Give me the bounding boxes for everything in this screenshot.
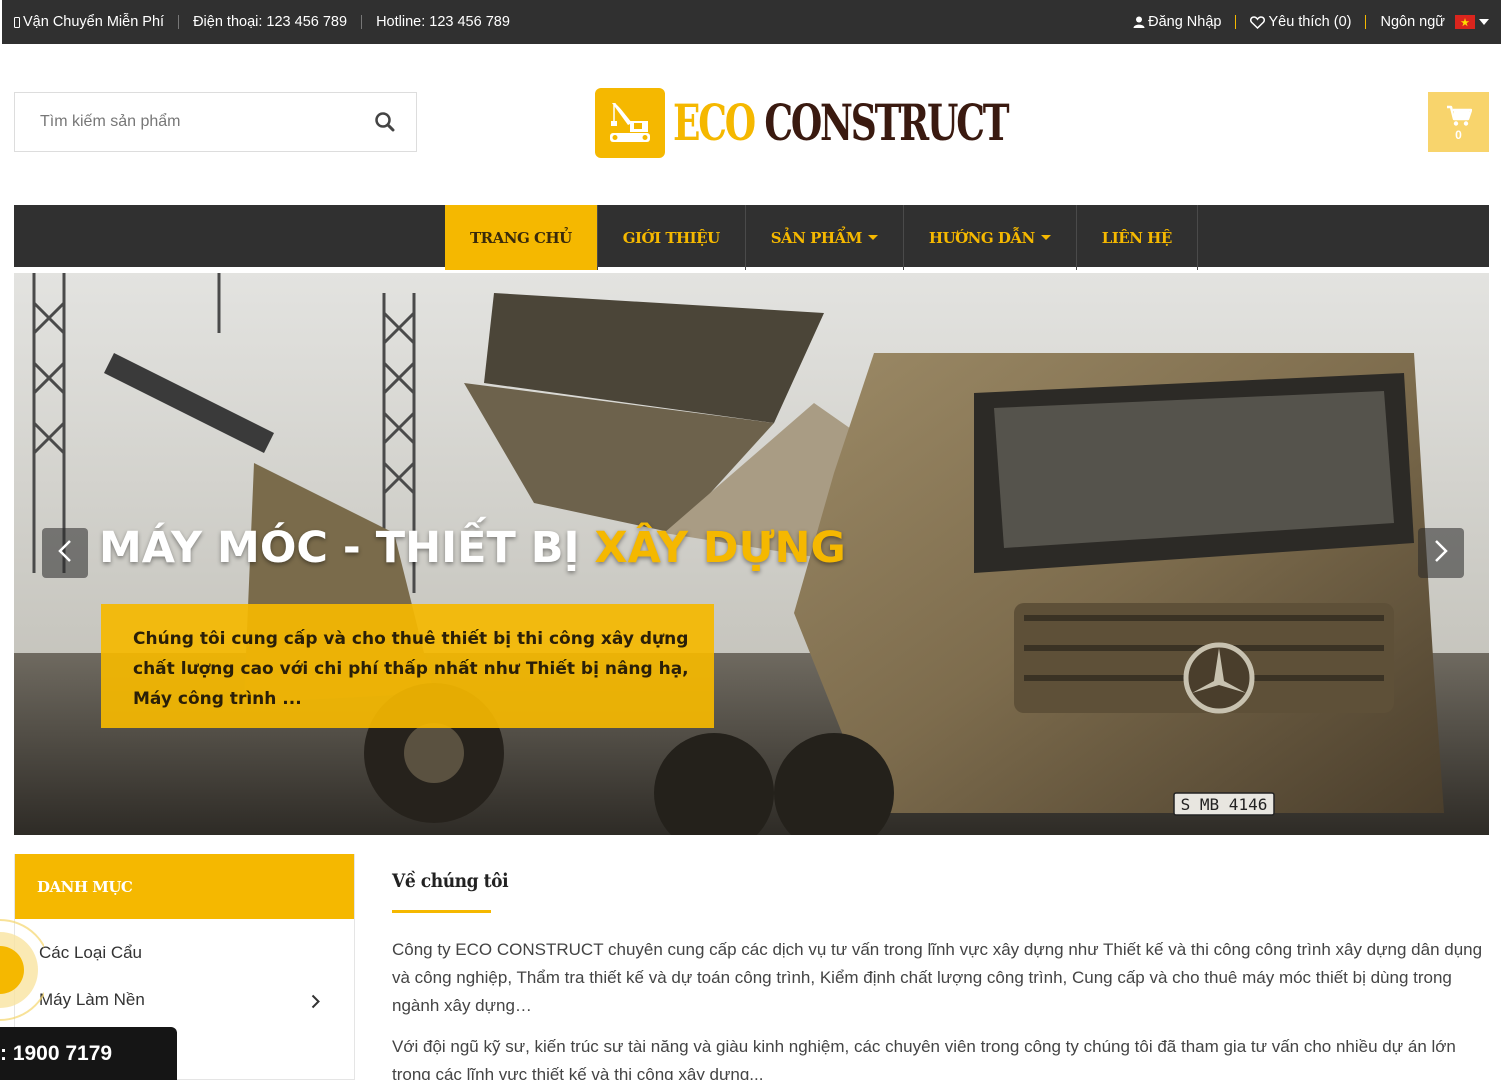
license-plate-text: S MB 4146 [1181, 795, 1268, 814]
login-label: Đăng Nhập [1148, 14, 1222, 30]
user-icon [1133, 16, 1145, 28]
logo-text: ECO CONSTRUCT [673, 98, 1010, 148]
search-box [14, 92, 417, 152]
phone-info: Điện thoại: 123 456 789 [178, 15, 361, 29]
about-section: Về chúng tôi Công ty ECO CONSTRUCT chuyê… [392, 870, 1489, 1080]
nav-label: LIÊN HỆ [1101, 228, 1173, 247]
wishlist-link[interactable]: Yêu thích (0) [1235, 15, 1365, 29]
sidebar-item-label: Máy Làm Nền [39, 990, 145, 1009]
caret-down-icon [1040, 235, 1051, 240]
shipping-info: Vận Chuyển Miễn Phí [14, 15, 178, 29]
caret-down-icon [1479, 19, 1489, 25]
search-icon[interactable] [374, 111, 396, 133]
vietnam-flag-icon [1455, 15, 1475, 29]
top-bar-info: Vận Chuyển Miễn Phí Điện thoại: 123 456 … [14, 0, 524, 44]
sidebar-item-cranes[interactable]: Các Loại Cẩu [39, 943, 142, 963]
language-label: Ngôn ngữ [1380, 14, 1445, 30]
site-logo[interactable]: ECO CONSTRUCT [595, 87, 1137, 159]
about-paragraph-1: Công ty ECO CONSTRUCT chuyên cung cấp cá… [392, 940, 1483, 1015]
shipping-text: Vận Chuyển Miễn Phí [23, 14, 165, 30]
sidebar-item-label: Các Loại Cẩu [39, 943, 143, 962]
hero-caption-text: Chúng tôi cung cấp và cho thuê thiết bị … [133, 629, 689, 709]
crane-logo-icon [595, 88, 665, 158]
heart-icon [1250, 15, 1266, 29]
caret-down-icon [867, 235, 878, 240]
login-link[interactable]: Đăng Nhập [1119, 15, 1235, 29]
nav-label: HƯỚNG DẪN [928, 228, 1035, 247]
cart-button[interactable]: 0 [1428, 92, 1489, 152]
nav-label: SẢN PHẨM [770, 228, 863, 247]
hero-slider: S MB 4146 MÁY MÓC - THIẾT BỊ XÂY DỰNG Ch… [14, 273, 1489, 835]
top-bar: Vận Chuyển Miễn Phí Điện thoại: 123 456 … [2, 0, 1501, 44]
hero-title-main: MÁY MÓC - THIẾT BỊ [99, 523, 595, 573]
nav-item-home[interactable]: TRANG CHỦ [445, 205, 598, 270]
hotline-text: Hotline: 123 456 789 [376, 14, 510, 30]
logo-text-construct: CONSTRUCT [764, 93, 1009, 152]
nav-item-about[interactable]: GIỚI THIỆU [598, 205, 746, 270]
nav-item-guide[interactable]: HƯỚNG DẪN [904, 205, 1077, 270]
nav-item-products[interactable]: SẢN PHẨM [746, 205, 904, 270]
about-paragraph-2: Với đội ngũ kỹ sư, kiến trúc sư tài năng… [392, 1037, 1456, 1080]
sidebar-title: DANH MỤC [15, 854, 354, 919]
chevron-left-icon [58, 539, 72, 568]
main-nav: TRANG CHỦ GIỚI THIỆU SẢN PHẨM HƯỚNG DẪN … [14, 205, 1489, 270]
nav-menu: TRANG CHỦ GIỚI THIỆU SẢN PHẨM HƯỚNG DẪN … [445, 205, 1198, 270]
nav-label: GIỚI THIỆU [622, 228, 721, 247]
hotline-info: Hotline: 123 456 789 [361, 15, 524, 29]
chevron-right-icon [1434, 539, 1448, 568]
chevron-right-icon[interactable] [311, 994, 320, 1014]
hero-title-highlight: XÂY DỰNG [594, 523, 846, 573]
hero-title: MÁY MÓC - THIẾT BỊ XÂY DỰNG [99, 523, 846, 573]
language-selector[interactable]: Ngôn ngữ [1365, 15, 1489, 29]
hotline-float-number: : 1900 7179 [0, 1041, 113, 1065]
about-heading: Về chúng tôi [392, 870, 509, 892]
wishlist-label: Yêu thích (0) [1268, 14, 1352, 30]
top-bar-account: Đăng Nhập Yêu thích (0) Ngôn ngữ [1119, 0, 1489, 44]
nav-label: TRANG CHỦ [470, 228, 572, 247]
cart-count: 0 [1455, 127, 1462, 142]
phone-text: Điện thoại: 123 456 789 [193, 14, 348, 30]
hotline-float-bar[interactable]: : 1900 7179 [0, 1027, 177, 1080]
phone-ring-icon[interactable] [0, 918, 51, 1028]
logo-text-eco: ECO [673, 93, 756, 152]
nav-item-contact[interactable]: LIÊN HỆ [1077, 205, 1198, 270]
slider-prev-button[interactable] [42, 528, 88, 578]
search-input[interactable] [15, 93, 355, 151]
hero-caption: Chúng tôi cung cấp và cho thuê thiết bị … [101, 604, 714, 728]
sidebar-item-ground-machines[interactable]: Máy Làm Nền [39, 990, 145, 1010]
mobile-icon [14, 16, 20, 28]
slider-next-button[interactable] [1418, 528, 1464, 578]
heading-underline [392, 910, 491, 913]
